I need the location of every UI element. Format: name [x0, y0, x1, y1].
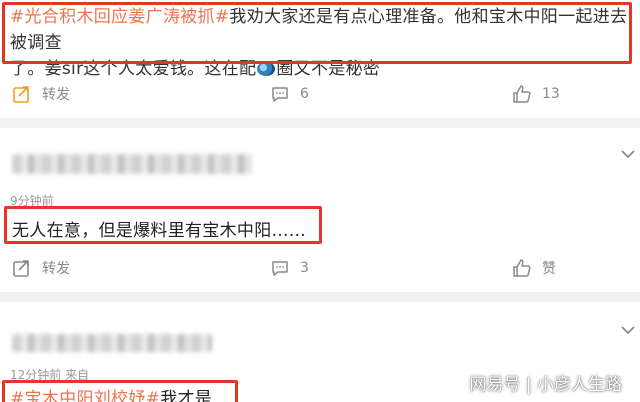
repost-icon	[13, 260, 29, 277]
thumbs-up-icon	[513, 85, 531, 103]
repost-label: 转发	[42, 261, 70, 277]
highlight-box-comment	[2, 380, 238, 402]
like-button[interactable]: 赞	[512, 250, 556, 286]
comment-icon	[272, 261, 288, 276]
comment-button[interactable]: 6	[270, 76, 309, 112]
repost-button[interactable]: 转发	[12, 250, 70, 286]
repost-label: 转发	[42, 87, 70, 103]
thumbs-up-icon	[513, 259, 531, 277]
highlight-box-post	[2, 2, 632, 64]
blurred-username	[12, 334, 212, 352]
like-label: 赞	[542, 261, 556, 277]
comment-icon	[272, 87, 288, 102]
comment-button[interactable]: 3	[270, 250, 309, 286]
repost-icon	[13, 86, 29, 103]
repost-button[interactable]: 转发	[12, 76, 70, 112]
blurred-username	[12, 154, 252, 174]
comment-count: 6	[300, 86, 309, 102]
like-count: 13	[542, 86, 560, 102]
watermark: 网易号 | 小彦人生路	[469, 375, 622, 395]
chevron-down-icon[interactable]	[620, 148, 636, 160]
chevron-down-icon[interactable]	[620, 324, 636, 336]
divider	[0, 292, 640, 302]
like-button[interactable]: 13	[512, 76, 560, 112]
action-bar-post: 转发 6 13	[0, 76, 640, 112]
fish-emoji-icon	[257, 62, 276, 76]
highlight-box-comment	[4, 206, 322, 244]
divider	[0, 118, 640, 128]
comment-count: 3	[300, 260, 309, 276]
action-bar-comment: 转发 3 赞	[0, 250, 640, 286]
